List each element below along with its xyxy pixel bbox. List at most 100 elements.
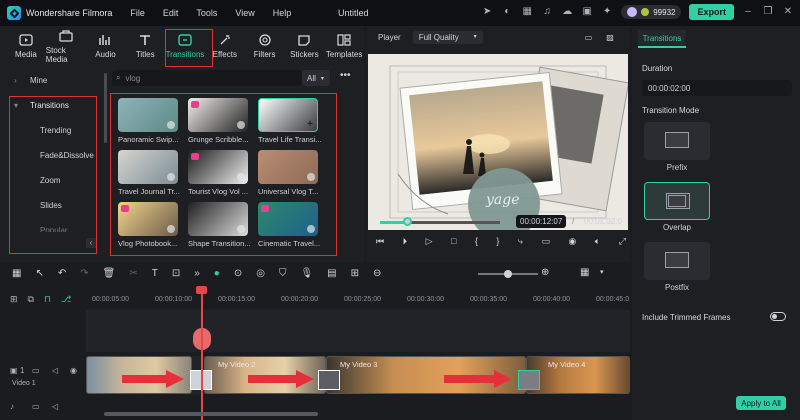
play-icon[interactable]: ▷ [426, 236, 433, 247]
download-icon[interactable] [237, 121, 245, 129]
step-back-icon[interactable]: ⏮ [376, 236, 384, 247]
speed-icon[interactable]: ◎ [256, 268, 265, 279]
mic-icon[interactable]: 🎙︎ [300, 268, 313, 279]
playhead[interactable] [201, 288, 203, 420]
restore-icon[interactable]: ❐ [762, 6, 774, 18]
zoom-in-icon[interactable]: ⊕ [541, 267, 549, 278]
sidebar-item-slides[interactable]: Slides [40, 201, 62, 210]
undo-icon[interactable]: ↶ [58, 268, 66, 279]
time-ruler[interactable]: 00:00:05:00 00:00:10:00 00:00:15:00 00:00:2… [88, 288, 630, 308]
subtitle-icon[interactable]: ▤ [327, 268, 336, 279]
snapshot-view-icon[interactable]: ▨ [606, 33, 614, 42]
sidebar-scrollbar[interactable] [104, 73, 107, 143]
insert-icon[interactable]: ⤷ [518, 236, 523, 247]
minimize-icon[interactable]: – [742, 6, 754, 18]
play-frame-icon[interactable]: ⏵ [403, 236, 408, 247]
chevron-right-icon[interactable]: › [14, 76, 17, 85]
zoom-out-icon[interactable]: ⊖ [373, 268, 381, 279]
filter-select[interactable]: All ▾ [302, 70, 330, 86]
stop-icon[interactable]: □ [451, 236, 456, 247]
audio-mute-icon[interactable]: ◁ [52, 402, 58, 411]
transition-card[interactable]: Travel Journal Tr... [118, 150, 180, 196]
zoom-slider[interactable] [478, 270, 538, 278]
video-preview[interactable]: yage [368, 54, 628, 230]
tab-stickers[interactable]: Stickers [284, 26, 324, 66]
close-icon[interactable]: ✕ [782, 6, 794, 18]
gift-icon[interactable]: ✦ [601, 6, 613, 18]
select-tool-icon[interactable]: ↖ [35, 268, 43, 279]
apply-to-all-button[interactable]: Apply to All [736, 396, 786, 410]
download-icon[interactable] [167, 173, 175, 181]
playhead-knob[interactable] [403, 217, 412, 226]
mode-postfix-button[interactable] [644, 242, 710, 280]
track-audio-icon[interactable]: ◁ [52, 366, 58, 375]
snapshot-icon[interactable]: ◉ [568, 236, 576, 247]
tab-titles[interactable]: Titles [125, 26, 165, 66]
tab-filters[interactable]: Filters [245, 26, 285, 66]
playback-progress[interactable] [380, 221, 500, 224]
menu-help[interactable]: Help [273, 8, 292, 18]
more-options-icon[interactable]: ••• [340, 70, 351, 81]
link-icon[interactable]: ⧉ [28, 294, 34, 305]
download-icon[interactable] [167, 225, 175, 233]
more-tools-icon[interactable]: » [194, 268, 200, 279]
add-track-icon[interactable]: ⊞ [10, 294, 18, 305]
sidebar-item-popular[interactable]: Popular [40, 226, 68, 232]
send-icon[interactable]: ➤ [481, 6, 493, 18]
cut-icon[interactable]: ✂ [129, 268, 137, 279]
volume-icon[interactable]: 🔈︎ [595, 236, 600, 247]
menu-view[interactable]: View [235, 8, 254, 18]
fullscreen-icon[interactable]: ⤢ [619, 236, 626, 247]
voiceover-icon[interactable]: ▭ [541, 236, 550, 247]
transition-card[interactable]: Panoramic Swip... [118, 98, 178, 144]
mode-prefix-button[interactable] [644, 122, 710, 160]
transition-card[interactable]: Tourist Vlog Vol ... [188, 150, 248, 196]
menu-tools[interactable]: Tools [196, 8, 217, 18]
search-input[interactable]: ⌕ vlog [112, 70, 302, 86]
menu-edit[interactable]: Edit [163, 8, 179, 18]
transition-card[interactable]: Cinematic Travel... [258, 202, 320, 248]
transition-marker-2[interactable] [318, 370, 340, 390]
playhead-handle[interactable] [196, 286, 207, 294]
render-icon[interactable]: ⊙ [234, 268, 242, 279]
ai-icon[interactable]: ● [214, 268, 220, 279]
mark-out-icon[interactable]: } [496, 236, 499, 247]
sidebar-item-mine[interactable]: Mine [30, 76, 47, 85]
mode-overlap-button[interactable] [644, 182, 710, 220]
notification-icon[interactable]: ▣ [581, 6, 593, 18]
download-icon[interactable] [167, 121, 175, 129]
quality-select[interactable]: Full Quality ▾ [412, 30, 483, 44]
headset-icon[interactable]: ♫ [541, 6, 553, 18]
tab-effects[interactable]: Effects [205, 26, 245, 66]
grid-icon[interactable]: ▦ [521, 6, 533, 18]
mark-in-icon[interactable]: { [475, 236, 478, 247]
collapse-sidebar-icon[interactable]: ‹ [86, 238, 96, 248]
transition-card[interactable]: Vlog Photobook... [118, 202, 178, 248]
sidebar-item-trending[interactable]: Trending [40, 126, 71, 135]
timeline-scrollbar[interactable] [104, 412, 318, 416]
view-options-icon[interactable]: ▦ [580, 267, 589, 278]
sidebar-item-zoom[interactable]: Zoom [40, 176, 60, 185]
bulb-icon[interactable]: ◐ [501, 6, 513, 18]
text-icon[interactable]: T [152, 268, 158, 279]
transition-card[interactable]: + Travel Life Transi... [258, 98, 322, 144]
download-icon[interactable] [237, 173, 245, 181]
chevron-down-icon[interactable]: ▾ [14, 101, 18, 110]
auto-ripple-icon[interactable]: ⎇ [61, 294, 71, 305]
shield-icon[interactable]: ⛉ [279, 268, 287, 279]
crop-icon[interactable]: ⊡ [172, 268, 180, 279]
duration-field[interactable]: 00:00:02:00 [642, 80, 792, 96]
export-button[interactable]: Export [689, 4, 734, 20]
trimmed-frames-toggle[interactable] [770, 312, 786, 321]
redo-icon[interactable]: ↷ [80, 268, 88, 279]
download-icon[interactable] [307, 225, 315, 233]
tab-stock-media[interactable]: Stock Media [46, 26, 86, 66]
magnet-icon[interactable]: ⊓ [44, 294, 51, 305]
transition-card[interactable]: Universal Vlog T... [258, 150, 318, 196]
compare-icon[interactable]: ▭ [585, 33, 593, 42]
download-icon[interactable] [307, 173, 315, 181]
add-icon[interactable]: + [307, 119, 313, 130]
tab-templates[interactable]: Templates [324, 26, 364, 66]
delete-icon[interactable]: 🗑︎ [103, 268, 116, 279]
download-icon[interactable] [237, 225, 245, 233]
